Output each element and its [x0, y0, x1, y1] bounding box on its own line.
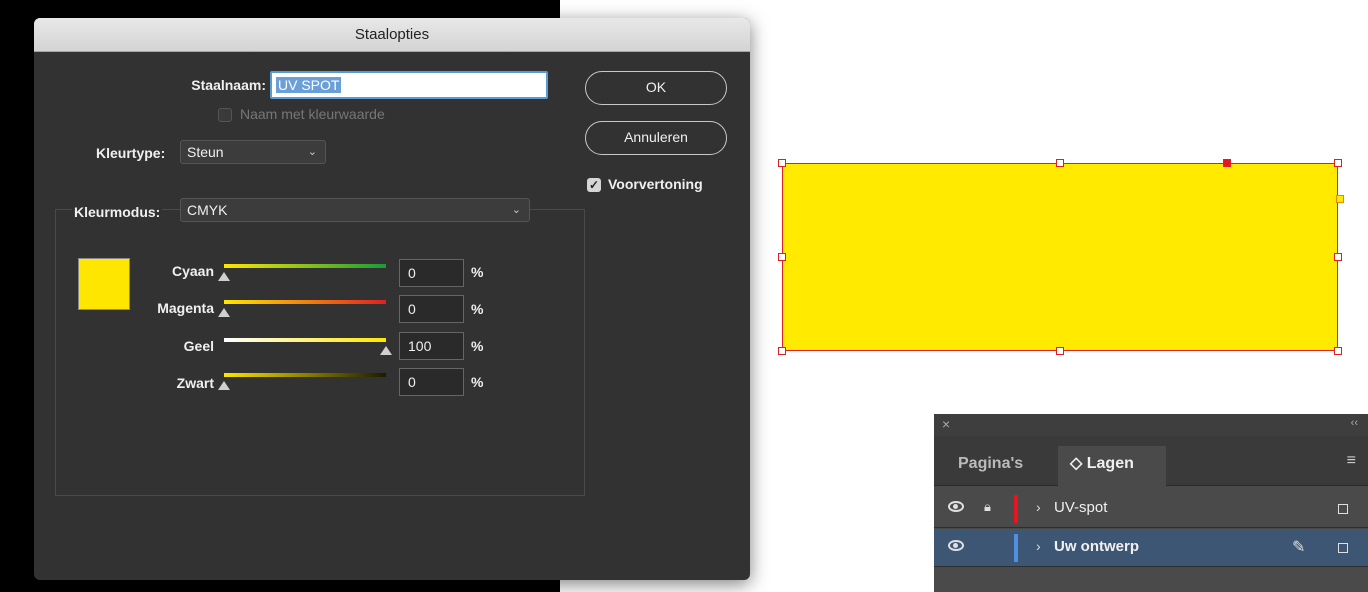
selection-square-icon[interactable] — [1338, 504, 1348, 514]
cyan-label: Cyaan — [171, 263, 214, 279]
black-unit: % — [471, 374, 484, 390]
resize-handle-top-left[interactable] — [778, 159, 786, 167]
swatch-name-input[interactable]: UV SPOT — [270, 71, 548, 99]
chevron-down-icon: ⌄ — [307, 146, 317, 158]
tab-pages[interactable]: Pagina's — [946, 446, 1035, 486]
layer-row-uv-spot[interactable]: 🔒︎ › UV-spot — [934, 490, 1368, 528]
color-type-label: Kleurtype: — [96, 145, 166, 161]
resize-handle-bottom-right[interactable] — [1334, 347, 1342, 355]
layer-color-bar — [1014, 534, 1018, 562]
magenta-unit: % — [471, 301, 484, 317]
yellow-slider-thumb[interactable] — [380, 346, 392, 355]
cyan-slider-track[interactable] — [224, 264, 386, 268]
yellow-value-field[interactable]: 100 — [399, 332, 464, 360]
preview-checkbox[interactable]: ✓ — [587, 178, 601, 192]
collapse-icon[interactable]: ‹‹ — [1351, 417, 1358, 429]
swatch-options-dialog: Staalopties Staalnaam: UV SPOT Naam met … — [34, 18, 750, 580]
yellow-unit: % — [471, 338, 484, 354]
resize-handle-bottom-center[interactable] — [1056, 347, 1064, 355]
cyan-unit: % — [471, 264, 484, 280]
cyan-value-field[interactable]: 0 — [399, 259, 464, 287]
magenta-value-field[interactable]: 0 — [399, 295, 464, 323]
panel-tabs: Pagina's ◇ Lagen ≡ — [934, 436, 1368, 486]
dialog-title: Staalopties — [34, 18, 750, 52]
selection-square-icon[interactable] — [1338, 543, 1348, 553]
swatch-name-label: Staalnaam: — [191, 77, 266, 93]
panel-header: × ‹‹ — [934, 414, 1368, 436]
layer-name: Uw ontwerp — [1054, 538, 1139, 555]
resize-handle-top-center[interactable] — [1056, 159, 1064, 167]
name-with-value-label: Naam met kleurwaarde — [240, 106, 385, 122]
chevron-right-icon[interactable]: › — [1036, 499, 1041, 515]
eye-icon[interactable] — [948, 540, 964, 551]
black-slider-track[interactable] — [224, 373, 386, 377]
ok-button[interactable]: OK — [585, 71, 727, 105]
color-type-select[interactable]: Steun ⌄ — [180, 140, 326, 164]
cancel-button[interactable]: Annuleren — [585, 121, 727, 155]
panel-menu-icon[interactable]: ≡ — [1347, 452, 1356, 470]
black-value-field[interactable]: 0 — [399, 368, 464, 396]
color-mode-label: Kleurmodus: — [72, 204, 163, 220]
resize-handle-bottom-left[interactable] — [778, 347, 786, 355]
name-with-value-checkbox[interactable] — [218, 108, 232, 122]
lock-icon[interactable]: 🔒︎ — [984, 499, 991, 515]
reference-point-handle[interactable] — [1223, 159, 1231, 167]
magenta-slider-thumb[interactable] — [218, 308, 230, 317]
magenta-slider-track[interactable] — [224, 300, 386, 304]
magenta-label: Magenta — [157, 300, 214, 316]
preview-label: Voorvertoning — [608, 176, 703, 192]
resize-handle-top-right[interactable] — [1334, 159, 1342, 167]
cyan-slider-thumb[interactable] — [218, 272, 230, 281]
eye-icon[interactable] — [948, 501, 964, 512]
yellow-label: Geel — [183, 338, 214, 354]
tab-layers[interactable]: ◇ Lagen — [1058, 446, 1166, 486]
layer-name: UV-spot — [1054, 499, 1108, 516]
pen-icon: ✎ — [1292, 539, 1306, 556]
resize-handle-middle-right[interactable] — [1334, 253, 1342, 261]
chevron-down-icon: ⌄ — [511, 204, 521, 216]
yellow-slider-track[interactable] — [224, 338, 386, 342]
resize-handle-middle-left[interactable] — [778, 253, 786, 261]
yellow-rectangle-frame[interactable] — [782, 163, 1338, 351]
layer-row-uw-ontwerp[interactable]: › Uw ontwerp ✎ — [934, 529, 1368, 567]
black-slider-thumb[interactable] — [218, 381, 230, 390]
layers-panel: × ‹‹ Pagina's ◇ Lagen ≡ 🔒︎ › UV-spot › U… — [934, 414, 1368, 592]
color-mode-select[interactable]: CMYK ⌄ — [180, 198, 530, 222]
layer-color-bar — [1014, 495, 1018, 523]
chevron-right-icon[interactable]: › — [1036, 538, 1041, 554]
black-label: Zwart — [176, 375, 214, 391]
in-port-handle[interactable] — [1336, 195, 1344, 203]
close-icon[interactable]: × — [942, 416, 950, 432]
